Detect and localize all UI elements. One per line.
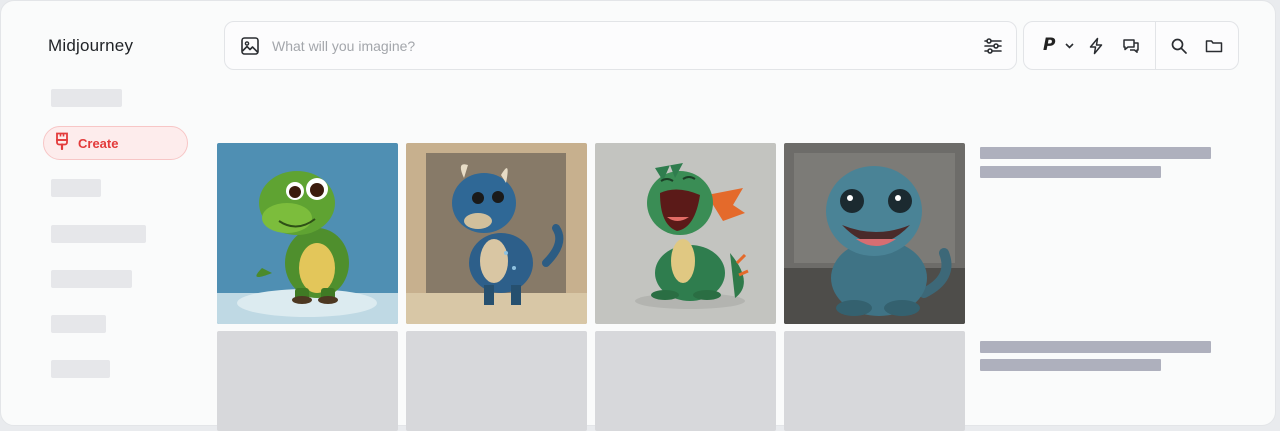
toolbar-divider [1155, 22, 1156, 69]
folder-icon[interactable] [1204, 36, 1224, 56]
paintbrush-icon [54, 132, 70, 155]
sidebar-item-label: Create [78, 135, 119, 151]
prompt-input[interactable] [272, 35, 952, 57]
text-placeholder [980, 359, 1161, 371]
chevron-down-icon[interactable] [1064, 40, 1074, 52]
search-icon[interactable] [1169, 36, 1189, 56]
gallery-image-placeholder [217, 331, 398, 431]
chat-bubbles-icon[interactable] [1121, 36, 1141, 56]
sidebar-item-placeholder [51, 270, 132, 288]
sidebar-item-placeholder [51, 179, 101, 197]
gallery-image-green-dragon-laughing[interactable] [595, 143, 776, 324]
text-placeholder [980, 166, 1161, 178]
brand-logo[interactable]: Midjourney [48, 36, 133, 56]
settings-sliders-icon[interactable] [982, 35, 1004, 57]
sidebar-item-placeholder [51, 89, 122, 107]
sidebar-item-placeholder [51, 360, 110, 378]
text-placeholder [980, 341, 1211, 353]
gallery-image-placeholder [406, 331, 587, 431]
text-placeholder [980, 147, 1211, 159]
gallery-image-blue-dragon[interactable] [406, 143, 587, 324]
app-window: Midjourney Create What will you imagine?… [0, 0, 1276, 431]
gallery-image-placeholder [784, 331, 965, 431]
gallery-image-green-dinosaur[interactable] [217, 143, 398, 324]
sidebar-item-placeholder [51, 225, 146, 243]
sidebar-item-placeholder [51, 315, 106, 333]
toolbar: P [1023, 21, 1239, 70]
image-icon[interactable] [239, 35, 261, 57]
lightning-icon[interactable] [1086, 36, 1106, 56]
personalization-toggle[interactable]: P [1043, 35, 1055, 55]
prompt-bar [224, 21, 1017, 70]
gallery-image-placeholder [595, 331, 776, 431]
sidebar-item-create[interactable]: Create [43, 126, 188, 160]
gallery-image-blue-dinosaur-3d[interactable] [784, 143, 965, 324]
